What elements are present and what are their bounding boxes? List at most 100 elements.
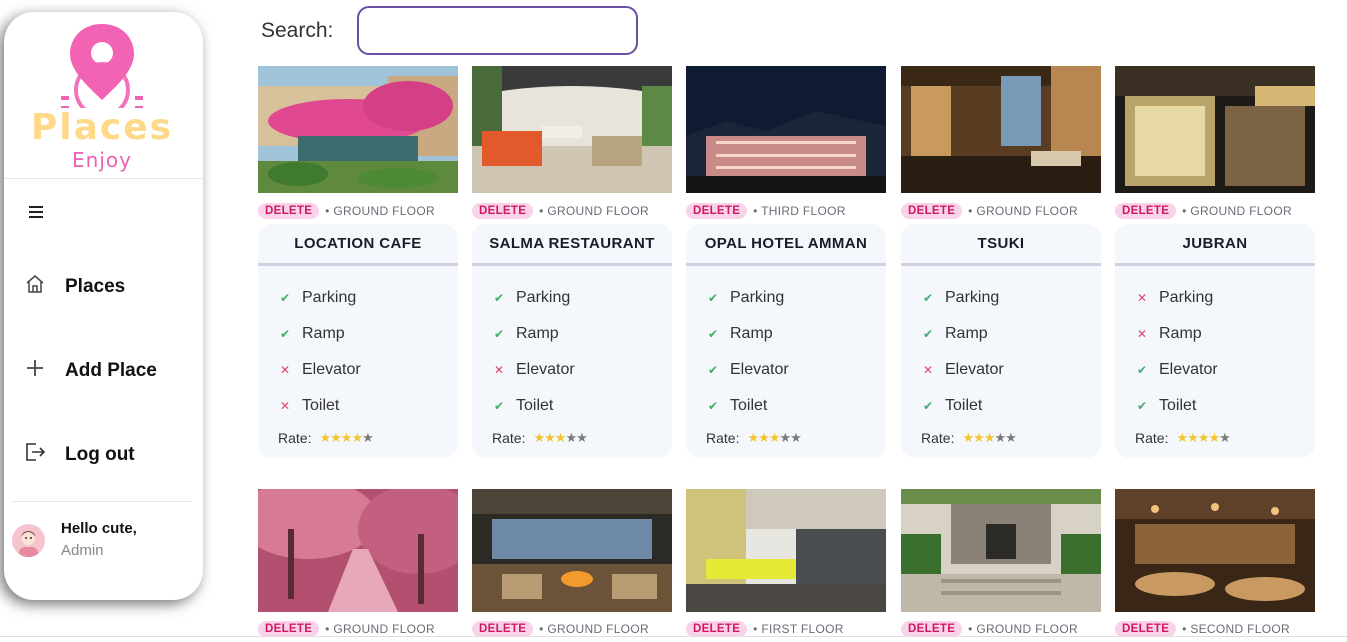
place-photo[interactable] [472,489,672,612]
star-filled-icon: ★ [1187,430,1199,445]
star-rating: ★★★★★ [533,430,587,446]
feature-label: Elevator [945,361,1004,378]
rating: Rate: ★★★★★ [921,430,1017,446]
feature-item: ✔ Parking [708,288,784,308]
place-info: OPAL HOTEL AMMAN ✔ Parking ✔ Ramp ✔ Elevato… [686,224,886,458]
delete-button[interactable]: DELETE [686,621,748,637]
delete-button[interactable]: DELETE [258,203,320,219]
place-info: TSUKI ✔ Parking ✔ Ramp ✕ Elevator ✔ Toilet R… [901,224,1101,458]
feature-label: Parking [1159,289,1214,306]
star-empty-icon: ★ [565,430,577,445]
star-rating: ★★★★★ [747,430,801,446]
feature-label: Ramp [730,325,773,342]
feature-item: ✔ Toilet [494,396,553,416]
location-pin-icon [61,24,143,108]
check-icon: ✔ [708,363,719,377]
sidebar: Places Enjoy Places Add Place Log out He… [4,12,203,600]
check-icon: ✔ [494,327,505,341]
delete-button[interactable]: DELETE [258,621,320,637]
check-icon: ✔ [923,291,934,305]
star-filled-icon: ★ [533,430,545,445]
star-empty-icon: ★ [1005,430,1017,445]
feature-item: ✔ Parking [923,288,999,308]
nav-item-label: Log out [65,444,135,465]
star-filled-icon: ★ [747,430,759,445]
check-icon: ✔ [494,399,505,413]
plus-icon [24,357,46,379]
delete-button[interactable]: DELETE [1115,621,1177,637]
floor-label: GROUND FLOOR [968,204,1078,218]
star-empty-icon: ★ [779,430,791,445]
feature-item: ✔ Toilet [1137,396,1196,416]
cross-icon: ✕ [923,363,934,377]
place-photo[interactable] [258,489,458,612]
star-filled-icon: ★ [1208,430,1220,445]
divider [686,263,886,266]
delete-button[interactable]: DELETE [1115,203,1177,219]
place-photo[interactable] [901,489,1101,612]
place-photo[interactable] [686,489,886,612]
check-icon: ✔ [923,327,934,341]
app-logo[interactable]: Places Enjoy [4,12,203,178]
search-label: Search: [261,19,334,42]
nav-item-logout[interactable]: Log out [4,435,203,475]
delete-button[interactable]: DELETE [472,203,534,219]
card-meta: DELETE GROUND FLOOR [258,202,435,220]
logo-subtitle: Enjoy [72,148,132,172]
star-filled-icon: ★ [1176,430,1188,445]
nav-item-add-place[interactable]: Add Place [4,351,203,391]
place-photo[interactable] [472,66,672,193]
feature-label: Toilet [945,397,983,414]
feature-label: Toilet [1159,397,1197,414]
star-rating: ★★★★★ [1176,430,1230,446]
user-role: Admin [61,542,104,559]
feature-label: Ramp [516,325,559,342]
cross-icon: ✕ [280,399,291,413]
delete-button[interactable]: DELETE [686,203,748,219]
search-input[interactable] [357,6,638,55]
cross-icon: ✕ [280,363,291,377]
star-rating: ★★★★★ [962,430,1017,446]
place-info: LOCATION CAFE ✔ Parking ✔ Ramp ✕ Elevator ✕… [258,224,458,458]
feature-item: ✔ Parking [494,288,570,308]
rate-label: Rate: [278,430,312,446]
hamburger-icon[interactable] [29,202,43,223]
feature-item: ✕ Ramp [1137,324,1202,344]
rate-label: Rate: [1135,430,1169,446]
logo-title: Places [30,107,174,148]
place-photo[interactable] [1115,66,1315,193]
feature-item: ✔ Elevator [708,360,789,380]
star-filled-icon: ★ [973,430,985,445]
user-profile[interactable]: Hello cute, Admin [12,518,197,568]
nav-item-label: Add Place [65,360,157,381]
star-rating: ★★★★★ [319,430,373,446]
delete-button[interactable]: DELETE [901,621,963,637]
card-meta: DELETE GROUND FLOOR [472,202,649,220]
user-greeting: Hello cute, [61,520,137,537]
rating: Rate: ★★★★★ [278,430,374,446]
place-photo[interactable] [1115,489,1315,612]
feature-label: Toilet [302,397,340,414]
place-photo[interactable] [258,66,458,193]
check-icon: ✔ [708,327,719,341]
check-icon: ✔ [280,327,291,341]
delete-button[interactable]: DELETE [472,621,534,637]
feature-item: ✕ Elevator [923,360,1004,380]
rate-label: Rate: [921,430,955,446]
star-filled-icon: ★ [983,430,996,445]
place-photo[interactable] [901,66,1101,193]
feature-label: Parking [945,289,1000,306]
place-name: SALMA RESTAURANT [489,235,655,252]
star-filled-icon: ★ [340,430,353,445]
star-filled-icon: ★ [351,430,363,445]
delete-button[interactable]: DELETE [901,203,963,219]
star-filled-icon: ★ [319,430,331,445]
cross-icon: ✕ [494,363,505,377]
rate-label: Rate: [706,430,740,446]
divider [258,263,458,266]
check-icon: ✔ [708,399,719,413]
check-icon: ✔ [280,291,291,305]
place-photo[interactable] [686,66,886,193]
star-filled-icon: ★ [758,430,770,445]
nav-item-places[interactable]: Places [4,267,203,307]
